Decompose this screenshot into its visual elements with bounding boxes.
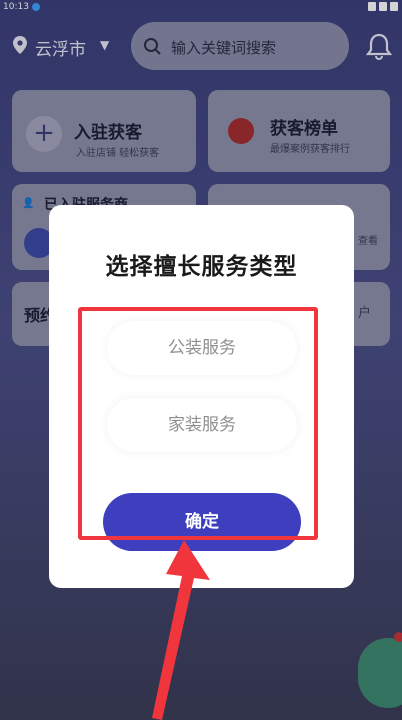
option-commercial-service[interactable]: 公装服务 [107,321,297,375]
annotation-arrow-icon [152,540,210,720]
option-home-service[interactable]: 家装服务 [107,398,297,452]
service-type-dialog: 选择擅长服务类型 公装服务 家装服务 确定 [49,205,354,588]
dialog-title: 选择擅长服务类型 [105,254,298,280]
